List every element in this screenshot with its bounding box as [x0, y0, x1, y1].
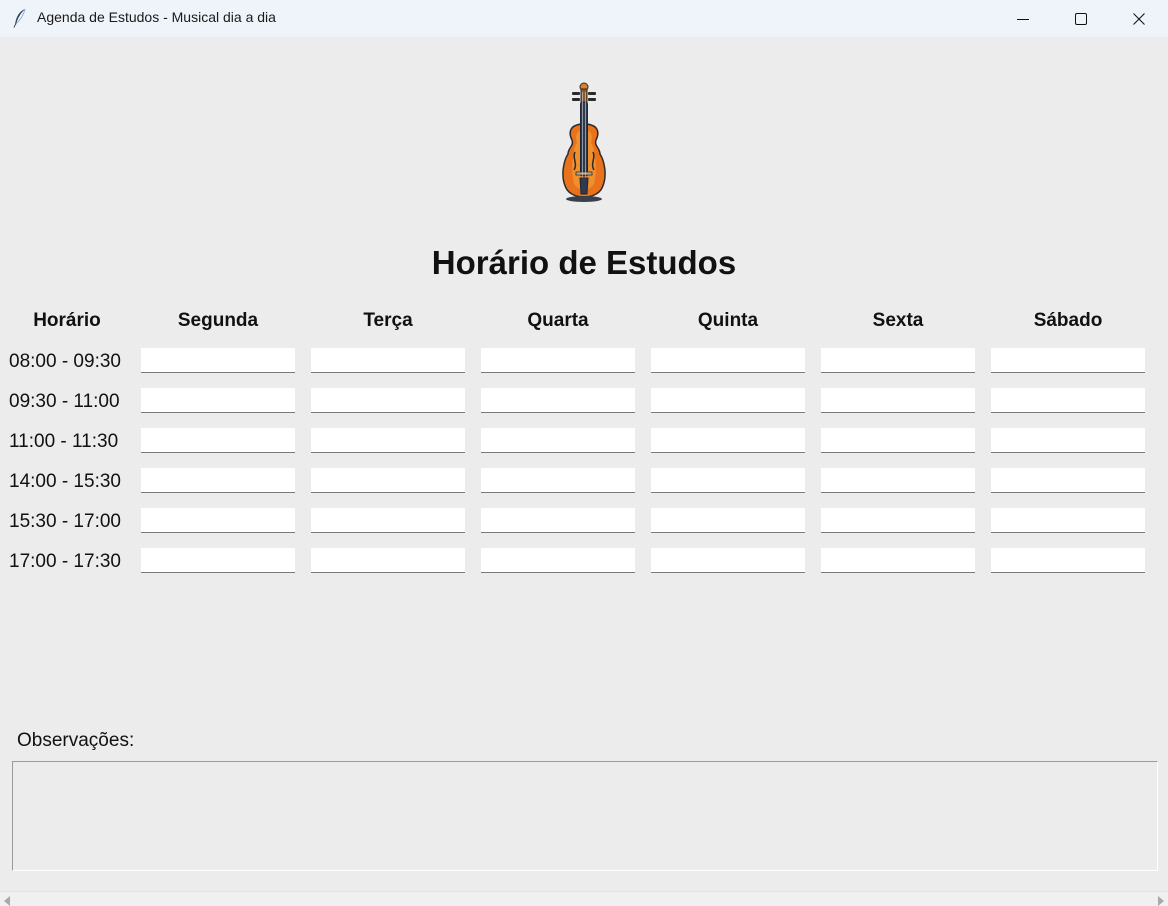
time-slot-label: 09:30 - 11:00: [9, 391, 120, 412]
scroll-right-icon[interactable]: [1158, 896, 1164, 906]
column-header-quarta: Quarta: [527, 310, 589, 331]
schedule-cell-quarta-0800[interactable]: [481, 348, 635, 373]
schedule-cell-quinta-0800[interactable]: [651, 348, 805, 373]
schedule-cell-segunda-1530[interactable]: [141, 508, 295, 533]
schedule-cell-quarta-1400[interactable]: [481, 468, 635, 493]
title-bar: Agenda de Estudos - Musical dia a dia: [0, 0, 1168, 37]
column-header-horario: Horário: [33, 310, 101, 331]
schedule-cell-sabado-1400[interactable]: [991, 468, 1145, 493]
maximize-button[interactable]: [1052, 0, 1110, 37]
schedule-cell-segunda-0800[interactable]: [141, 348, 295, 373]
minimize-button[interactable]: [994, 0, 1052, 37]
schedule-cell-terca-1700[interactable]: [311, 548, 465, 573]
schedule-cell-sexta-1530[interactable]: [821, 508, 975, 533]
notes-textarea[interactable]: [12, 761, 1158, 871]
schedule-cell-sabado-1530[interactable]: [991, 508, 1145, 533]
schedule-cell-terca-1530[interactable]: [311, 508, 465, 533]
schedule-cell-quinta-1100[interactable]: [651, 428, 805, 453]
close-button[interactable]: [1110, 0, 1168, 37]
schedule-cell-terca-1100[interactable]: [311, 428, 465, 453]
schedule-cell-sexta-1100[interactable]: [821, 428, 975, 453]
schedule-cell-segunda-0930[interactable]: [141, 388, 295, 413]
time-slot-label: 11:00 - 11:30: [9, 431, 119, 452]
minimize-icon: [1017, 18, 1029, 20]
column-header-sabado: Sábado: [1033, 310, 1103, 331]
schedule-cell-segunda-1100[interactable]: [141, 428, 295, 453]
schedule-cell-sabado-0800[interactable]: [991, 348, 1145, 373]
schedule-cell-quarta-1100[interactable]: [481, 428, 635, 453]
page-title: Horário de Estudos: [431, 244, 737, 281]
schedule-cell-quinta-1400[interactable]: [651, 468, 805, 493]
horizontal-scrollbar[interactable]: [0, 891, 1168, 906]
time-slot-label: 08:00 - 09:30: [9, 351, 121, 372]
maximize-icon: [1075, 12, 1087, 25]
scroll-left-icon[interactable]: [4, 896, 10, 906]
column-header-quinta: Quinta: [697, 310, 759, 331]
close-icon: [1133, 12, 1145, 25]
column-header-segunda: Segunda: [177, 310, 259, 331]
schedule-cell-quarta-1530[interactable]: [481, 508, 635, 533]
feather-icon: [13, 8, 26, 28]
schedule-cell-quinta-0930[interactable]: [651, 388, 805, 413]
schedule-cell-quarta-1700[interactable]: [481, 548, 635, 573]
schedule-cell-sexta-1700[interactable]: [821, 548, 975, 573]
time-slot-label: 17:00 - 17:30: [9, 551, 121, 572]
time-slot-label: 15:30 - 17:00: [9, 511, 121, 532]
column-header-terca: Terça: [363, 310, 413, 331]
schedule-cell-quarta-0930[interactable]: [481, 388, 635, 413]
window-title: Agenda de Estudos - Musical dia a dia: [37, 9, 276, 25]
schedule-cell-sabado-1100[interactable]: [991, 428, 1145, 453]
schedule-cell-terca-0930[interactable]: [311, 388, 465, 413]
schedule-cell-terca-0800[interactable]: [311, 348, 465, 373]
schedule-cell-quinta-1530[interactable]: [651, 508, 805, 533]
schedule-cell-sexta-1400[interactable]: [821, 468, 975, 493]
schedule-cell-sabado-1700[interactable]: [991, 548, 1145, 573]
schedule-cell-sexta-0800[interactable]: [821, 348, 975, 373]
violin-icon: [562, 82, 606, 202]
schedule-cell-sabado-0930[interactable]: [991, 388, 1145, 413]
schedule-cell-terca-1400[interactable]: [311, 468, 465, 493]
time-slot-label: 14:00 - 15:30: [9, 471, 121, 492]
column-header-sexta: Sexta: [872, 310, 924, 331]
schedule-cell-sexta-0930[interactable]: [821, 388, 975, 413]
schedule-cell-segunda-1700[interactable]: [141, 548, 295, 573]
schedule-cell-segunda-1400[interactable]: [141, 468, 295, 493]
notes-label: Observações:: [17, 730, 135, 751]
schedule-cell-quinta-1700[interactable]: [651, 548, 805, 573]
